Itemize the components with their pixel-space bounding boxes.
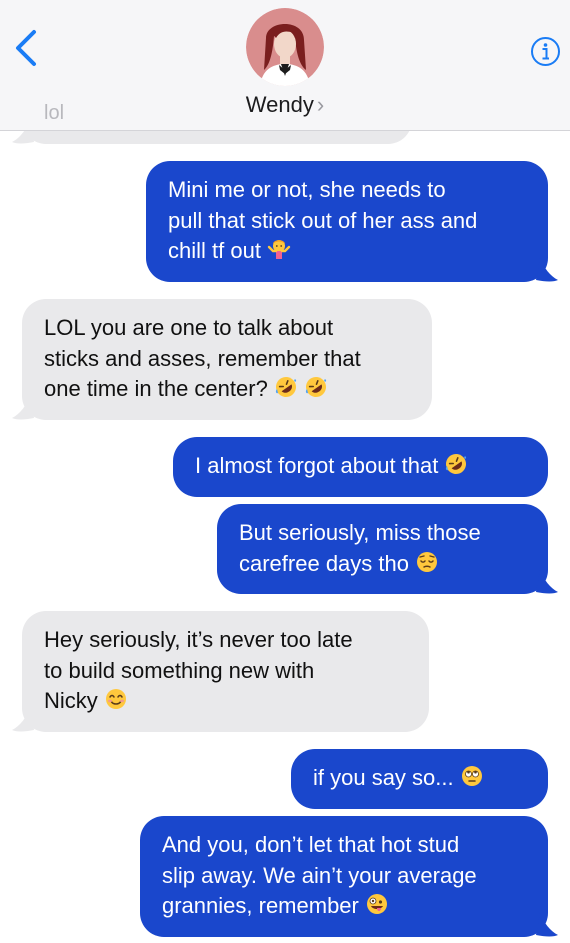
outgoing-bubble-tail (536, 913, 558, 937)
back-button[interactable] (10, 28, 44, 68)
contact-name[interactable]: Wendy › (0, 92, 570, 118)
outgoing-bubble-tail (536, 258, 558, 282)
message-text: But seriously, miss those carefree days … (239, 520, 481, 576)
face-with-rolling-eyes-emoji (460, 764, 484, 788)
rolling-on-floor-laughing-emoji (304, 375, 328, 399)
contact-name-label: Wendy (245, 92, 314, 117)
conversation-header: Wendy › (0, 0, 570, 131)
avatar[interactable] (246, 8, 324, 86)
incoming-bubble-tail (12, 708, 34, 732)
message-text: I almost forgot about that (195, 453, 439, 478)
partial-message-text: lol (44, 102, 65, 124)
message-bubble-outgoing[interactable]: But seriously, miss those carefree days … (217, 504, 548, 594)
outgoing-bubble-tail (536, 570, 558, 594)
message-text: And you, don’t let that hot stud slip aw… (162, 832, 477, 918)
message-text: Hey seriously, it’s never too late to bu… (44, 627, 353, 713)
message-bubble-outgoing[interactable]: I almost forgot about that (173, 437, 548, 497)
info-button[interactable] (530, 36, 561, 67)
person-shrugging-emoji (267, 237, 291, 261)
message-bubble-outgoing[interactable]: And you, don’t let that hot stud slip aw… (140, 816, 548, 937)
incoming-bubble-tail (12, 396, 34, 420)
message-text: if you say so... (313, 765, 454, 790)
message-bubble-outgoing[interactable]: Mini me or not, she needs to pull that s… (146, 161, 548, 282)
chevron-right-icon: › (316, 92, 325, 117)
smiling-face-with-smiling-eyes-emoji (104, 687, 128, 711)
rolling-on-floor-laughing-emoji (274, 375, 298, 399)
message-bubble-outgoing[interactable]: if you say so... (291, 749, 548, 809)
info-icon (531, 37, 560, 66)
pensive-face-emoji (415, 550, 439, 574)
message-bubble-incoming[interactable]: Hey seriously, it’s never too late to bu… (22, 611, 429, 732)
message-bubble-incoming[interactable]: LOL you are one to talk about sticks and… (22, 299, 432, 420)
zany-face-emoji (365, 892, 389, 916)
rolling-on-floor-laughing-emoji (444, 452, 468, 476)
message-text: Mini me or not, she needs to pull that s… (168, 177, 478, 263)
chevron-left-icon (16, 30, 36, 66)
